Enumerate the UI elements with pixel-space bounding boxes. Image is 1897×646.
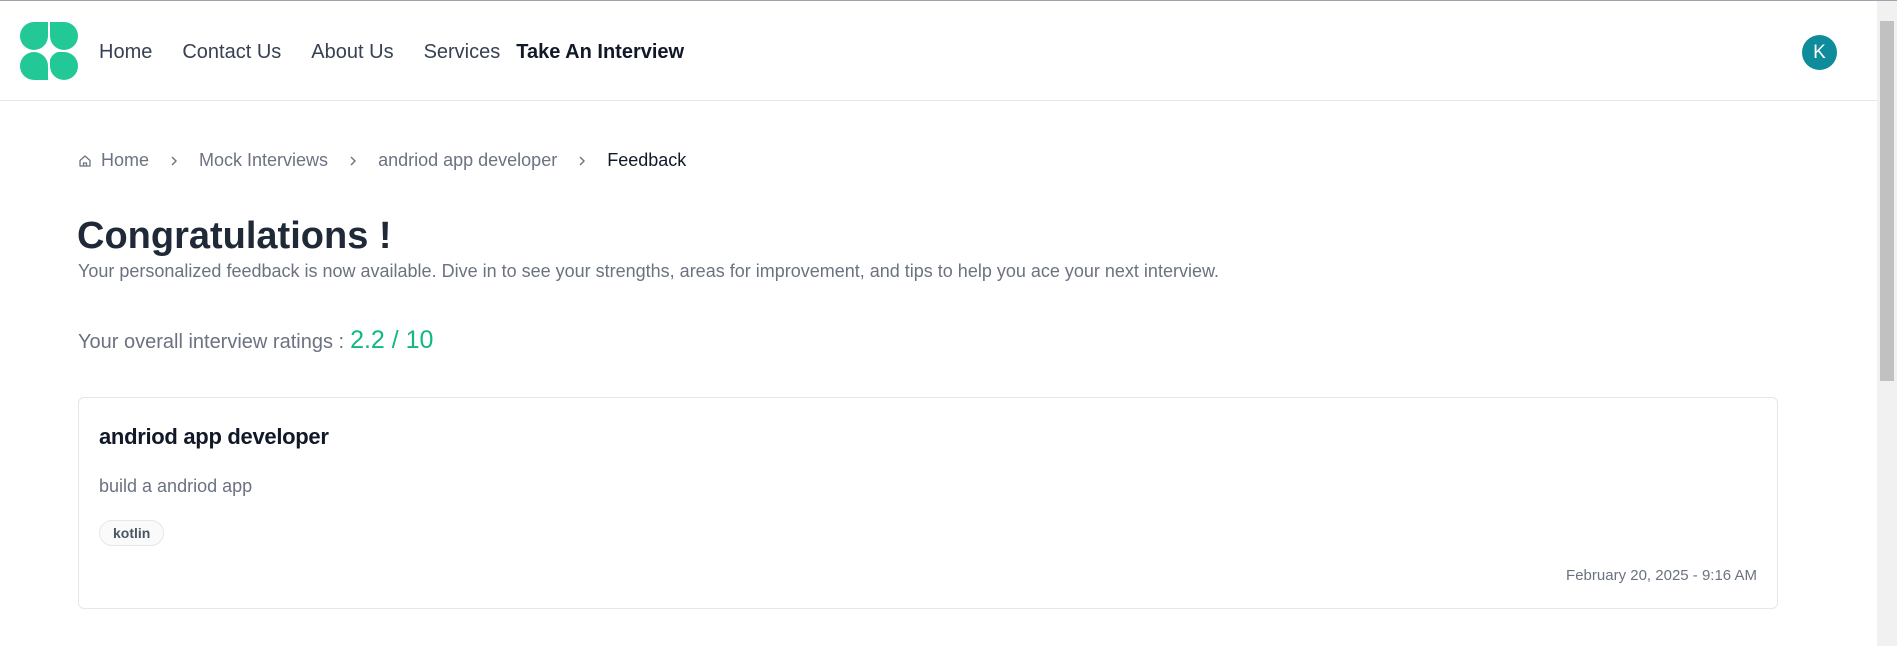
breadcrumb-feedback: Feedback (607, 150, 687, 170)
chevron-right-icon (577, 154, 587, 168)
chevron-right-icon (348, 154, 358, 168)
interview-card-title: andriod app developer (99, 424, 329, 449)
home-icon (79, 154, 91, 167)
breadcrumb-home[interactable]: Home (78, 150, 149, 171)
top-navbar: Home Contact Us About Us Services Take A… (0, 1, 1877, 101)
nav-about-us-link[interactable]: About Us (311, 39, 393, 65)
overall-rating: Your overall interview ratings : 2.2 / 1… (78, 326, 433, 355)
nav-services-link[interactable]: Services (424, 39, 501, 65)
user-avatar[interactable]: K (1802, 35, 1837, 70)
chevron-right-icon (169, 154, 179, 168)
page-title: Congratulations ! (77, 215, 392, 257)
breadcrumb-interview[interactable]: andriod app developer (378, 150, 557, 171)
breadcrumb-home-label: Home (101, 150, 150, 170)
interview-card-description: build a andriod app (99, 476, 253, 496)
rating-label: Your overall interview ratings : (78, 331, 345, 353)
nav-home-link[interactable]: Home (99, 39, 152, 65)
vertical-scrollbar[interactable] (1877, 1, 1897, 646)
interview-card-date: February 20, 2025 - 9:16 AM (1566, 567, 1757, 584)
four-petal-logo-icon[interactable] (20, 22, 78, 80)
interview-card[interactable]: andriod app developer build a andriod ap… (78, 397, 1778, 609)
main-nav: Home Contact Us About Us Services Take A… (99, 39, 714, 65)
scrollbar-thumb[interactable] (1880, 21, 1894, 381)
breadcrumb-mock-interviews[interactable]: Mock Interviews (199, 150, 328, 171)
nav-take-an-interview-link[interactable]: Take An Interview (516, 39, 684, 65)
nav-contact-us-link[interactable]: Contact Us (182, 39, 281, 65)
breadcrumb: Home Mock Interviews andriod app develop… (78, 150, 686, 171)
rating-score: 2.2 / 10 (350, 326, 434, 354)
page-subtitle: Your personalized feedback is now availa… (78, 261, 1219, 281)
tech-stack-tag: kotlin (99, 520, 165, 546)
